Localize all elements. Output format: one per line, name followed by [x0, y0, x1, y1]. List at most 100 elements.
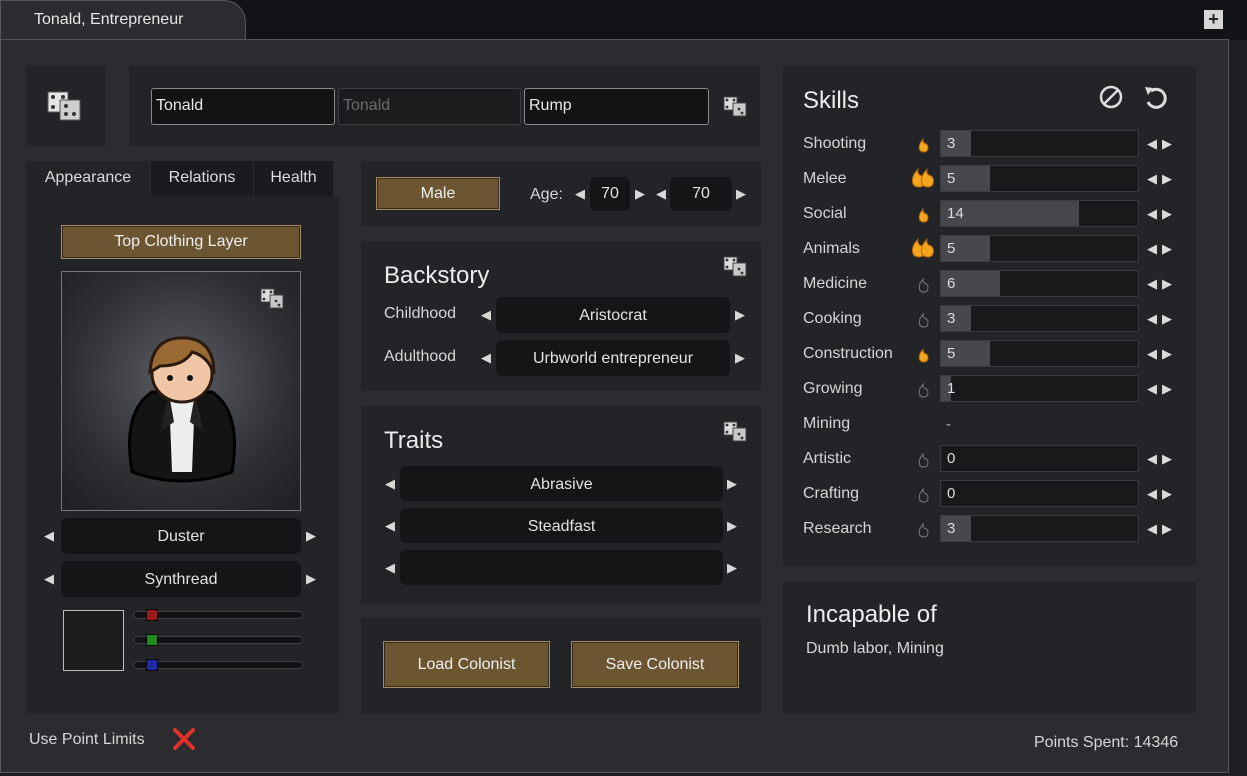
skill-decrease-arrow-icon[interactable]: ◀ [1147, 136, 1159, 152]
skill-decrease-arrow-icon[interactable]: ◀ [1147, 346, 1159, 362]
no-passion-flame-icon[interactable] [911, 307, 937, 331]
no-passion-flame-icon[interactable] [911, 447, 937, 471]
skill-name: Shooting [803, 135, 867, 152]
material-prev-arrow-icon[interactable]: ◀ [44, 571, 54, 587]
biological-age-value[interactable]: 70 [590, 177, 630, 211]
skill-level-bar[interactable]: 5 [940, 235, 1139, 262]
skill-decrease-arrow-icon[interactable]: ◀ [1147, 381, 1159, 397]
randomize-traits-dice-icon[interactable] [723, 421, 749, 443]
last-name-field[interactable]: Rump [524, 88, 709, 125]
skill-decrease-arrow-icon[interactable]: ◀ [1147, 451, 1159, 467]
red-slider-track[interactable] [133, 611, 303, 619]
skill-decrease-arrow-icon[interactable]: ◀ [1147, 276, 1159, 292]
trait-2-next-arrow-icon[interactable]: ▶ [727, 518, 737, 534]
chronological-age-value[interactable]: 70 [670, 177, 732, 211]
window-tab-title: Tonald, Entrepreneur [34, 11, 184, 28]
blue-slider-track[interactable] [133, 661, 303, 669]
green-slider-knob[interactable] [146, 634, 159, 646]
skill-level-bar[interactable]: 0 [940, 445, 1139, 472]
clear-skills-icon[interactable] [1098, 84, 1124, 110]
skill-level-bar[interactable]: 1 [940, 375, 1139, 402]
reset-skills-icon[interactable] [1142, 84, 1170, 110]
apparel-next-arrow-icon[interactable]: ▶ [306, 528, 316, 544]
skill-increase-arrow-icon[interactable]: ▶ [1162, 346, 1174, 362]
green-slider-track[interactable] [133, 636, 303, 644]
skill-level-bar[interactable]: 5 [940, 340, 1139, 367]
trait-3-selector[interactable] [400, 550, 723, 585]
no-passion-flame-icon[interactable] [911, 482, 937, 506]
minor-passion-flame-icon[interactable] [911, 202, 937, 226]
skill-level-bar[interactable]: 3 [940, 305, 1139, 332]
gender-button[interactable]: Male [376, 177, 500, 210]
no-passion-flame-icon[interactable] [911, 517, 937, 541]
window-tab[interactable]: Tonald, Entrepreneur [0, 0, 246, 40]
childhood-next-arrow-icon[interactable]: ▶ [735, 307, 745, 323]
save-colonist-button[interactable]: Save Colonist [571, 641, 739, 688]
skill-increase-arrow-icon[interactable]: ▶ [1162, 451, 1174, 467]
no-passion-flame-icon[interactable] [911, 272, 937, 296]
tab-health[interactable]: Health [254, 161, 333, 197]
skill-increase-arrow-icon[interactable]: ▶ [1162, 171, 1174, 187]
age-chrono-prev-arrow-icon[interactable]: ◀ [656, 186, 666, 202]
load-colonist-button[interactable]: Load Colonist [383, 641, 550, 688]
randomize-backstory-dice-icon[interactable] [723, 256, 749, 278]
skill-level-bar[interactable]: 5 [940, 165, 1139, 192]
skill-level-bar[interactable]: 0 [940, 480, 1139, 507]
skill-increase-arrow-icon[interactable]: ▶ [1162, 381, 1174, 397]
skill-level-bar[interactable]: 14 [940, 200, 1139, 227]
trait-2-prev-arrow-icon[interactable]: ◀ [385, 518, 395, 534]
trait-1-selector[interactable]: Abrasive [400, 466, 723, 501]
apparel-prev-arrow-icon[interactable]: ◀ [44, 528, 54, 544]
trait-1-prev-arrow-icon[interactable]: ◀ [385, 476, 395, 492]
skill-increase-arrow-icon[interactable]: ▶ [1162, 311, 1174, 327]
tab-relations[interactable]: Relations [151, 161, 253, 197]
first-name-field[interactable]: Tonald [151, 88, 335, 125]
skill-level-bar[interactable]: 3 [940, 130, 1139, 157]
point-limits-toggle-x-icon[interactable] [171, 726, 197, 752]
randomize-appearance-dice-icon[interactable] [260, 288, 286, 310]
major-passion-flame-icon[interactable] [911, 167, 937, 191]
nickname-field[interactable]: Tonald [338, 88, 521, 125]
age-bio-next-arrow-icon[interactable]: ▶ [635, 186, 645, 202]
skill-decrease-arrow-icon[interactable]: ◀ [1147, 521, 1159, 537]
major-passion-flame-icon[interactable] [911, 237, 937, 261]
material-selector[interactable]: Synthread [61, 561, 301, 597]
adulthood-next-arrow-icon[interactable]: ▶ [735, 350, 745, 366]
skill-increase-arrow-icon[interactable]: ▶ [1162, 521, 1174, 537]
add-tab-button[interactable]: + [1204, 10, 1223, 29]
red-slider-knob[interactable] [146, 609, 159, 621]
skill-increase-arrow-icon[interactable]: ▶ [1162, 486, 1174, 502]
skill-increase-arrow-icon[interactable]: ▶ [1162, 241, 1174, 257]
adulthood-selector[interactable]: Urbworld entrepreneur [496, 340, 730, 376]
trait-3-prev-arrow-icon[interactable]: ◀ [385, 560, 395, 576]
skill-decrease-arrow-icon[interactable]: ◀ [1147, 486, 1159, 502]
skill-level-bar[interactable]: 6 [940, 270, 1139, 297]
skill-increase-arrow-icon[interactable]: ▶ [1162, 276, 1174, 292]
skill-decrease-arrow-icon[interactable]: ◀ [1147, 311, 1159, 327]
blue-slider-knob[interactable] [146, 659, 159, 671]
childhood-selector[interactable]: Aristocrat [496, 297, 730, 333]
trait-3-next-arrow-icon[interactable]: ▶ [727, 560, 737, 576]
adulthood-prev-arrow-icon[interactable]: ◀ [481, 350, 491, 366]
skill-increase-arrow-icon[interactable]: ▶ [1162, 206, 1174, 222]
skill-increase-arrow-icon[interactable]: ▶ [1162, 136, 1174, 152]
no-passion-flame-icon[interactable] [911, 377, 937, 401]
randomize-all-dice-icon[interactable] [46, 90, 86, 122]
age-bio-prev-arrow-icon[interactable]: ◀ [575, 186, 585, 202]
skill-decrease-arrow-icon[interactable]: ◀ [1147, 241, 1159, 257]
randomize-name-dice-icon[interactable] [723, 96, 749, 118]
trait-2-selector[interactable]: Steadfast [400, 508, 723, 543]
top-clothing-layer-button[interactable]: Top Clothing Layer [61, 225, 301, 259]
color-swatch[interactable] [63, 610, 124, 671]
skill-decrease-arrow-icon[interactable]: ◀ [1147, 171, 1159, 187]
minor-passion-flame-icon[interactable] [911, 342, 937, 366]
skill-level-bar[interactable]: 3 [940, 515, 1139, 542]
skill-decrease-arrow-icon[interactable]: ◀ [1147, 206, 1159, 222]
trait-1-next-arrow-icon[interactable]: ▶ [727, 476, 737, 492]
material-next-arrow-icon[interactable]: ▶ [306, 571, 316, 587]
childhood-prev-arrow-icon[interactable]: ◀ [481, 307, 491, 323]
minor-passion-flame-icon[interactable] [911, 132, 937, 156]
tab-appearance[interactable]: Appearance [26, 161, 150, 197]
age-chrono-next-arrow-icon[interactable]: ▶ [736, 186, 746, 202]
apparel-selector[interactable]: Duster [61, 518, 301, 554]
